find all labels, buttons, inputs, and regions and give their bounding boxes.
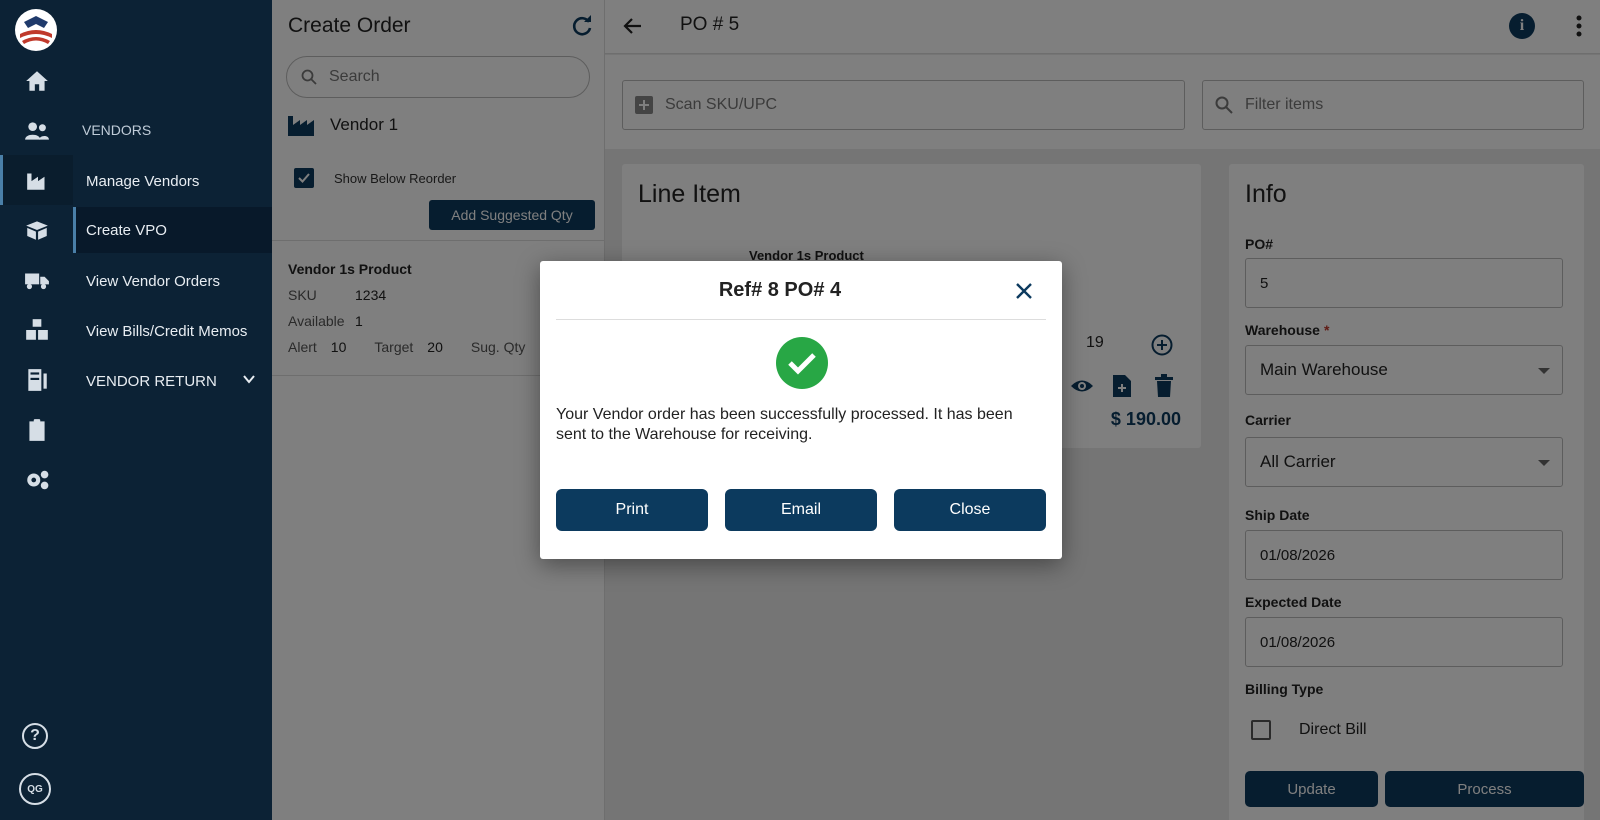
dialog-title: Ref# 8 PO# 4 xyxy=(718,279,842,301)
menu-section-label: VENDORS xyxy=(82,122,152,138)
chevron-down-icon xyxy=(243,375,255,384)
menu-item-view-vendor-orders[interactable]: View Vendor Orders xyxy=(73,258,272,304)
eagle-flag-logo[interactable] xyxy=(14,8,58,52)
settings-gears-icon[interactable] xyxy=(0,455,73,505)
menu-item-label: VENDOR RETURN xyxy=(86,372,217,390)
dialog-message: Your Vendor order has been successfully … xyxy=(556,406,1013,443)
users-icon[interactable] xyxy=(0,106,73,156)
truck-icon[interactable] xyxy=(0,255,73,305)
vendors-factory-icon[interactable] xyxy=(0,155,73,205)
close-icon[interactable] xyxy=(1014,281,1034,301)
success-check-icon xyxy=(776,337,828,389)
menu-item-label: Create VPO xyxy=(86,221,167,239)
vendors-menu: VENDORS Manage Vendors Create VPO View V… xyxy=(73,0,272,820)
menu-item-label: Manage Vendors xyxy=(86,172,200,190)
menu-item-create-vpo[interactable]: Create VPO xyxy=(73,207,272,253)
menu-item-label: View Vendor Orders xyxy=(86,272,220,290)
icon-rail: ? QG xyxy=(0,0,73,820)
help-icon[interactable]: ? xyxy=(22,723,48,749)
close-button[interactable]: Close xyxy=(894,489,1046,531)
home-icon[interactable] xyxy=(0,56,73,106)
print-button[interactable]: Print xyxy=(556,489,708,531)
menu-item-manage-vendors[interactable]: Manage Vendors xyxy=(73,158,272,204)
success-dialog: Ref# 8 PO# 4 Your Vendor order has been … xyxy=(540,261,1062,559)
menu-item-label: View Bills/Credit Memos xyxy=(86,322,248,340)
user-avatar[interactable]: QG xyxy=(19,773,51,805)
dialog-divider xyxy=(556,319,1046,320)
bills-icon[interactable] xyxy=(0,355,73,405)
boxes-stack-icon[interactable] xyxy=(0,305,73,355)
menu-item-vendor-return[interactable]: VENDOR RETURN xyxy=(73,358,272,404)
menu-item-view-bills[interactable]: View Bills/Credit Memos xyxy=(73,308,272,354)
clipboard-icon[interactable] xyxy=(0,405,73,455)
box-icon[interactable] xyxy=(0,205,73,255)
email-button[interactable]: Email xyxy=(725,489,877,531)
